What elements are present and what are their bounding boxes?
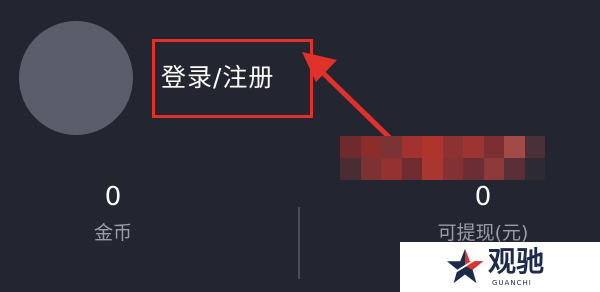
coins-value: 0 — [104, 182, 122, 212]
watermark-brand: 观驰 — [488, 245, 545, 278]
redacted-text — [340, 136, 545, 180]
avatar[interactable] — [19, 21, 133, 135]
coins-stat[interactable]: 0 金币 — [78, 182, 148, 246]
stats-divider — [298, 207, 300, 279]
withdrawable-cash-stat[interactable]: 0 可提现(元) — [418, 182, 548, 246]
login-register-link[interactable]: 登录/注册 — [161, 62, 274, 94]
watermark-logo: 观驰 GUANCHI — [400, 242, 600, 292]
coins-label: 金币 — [93, 222, 132, 244]
watermark-sub: GUANCHI — [492, 279, 532, 287]
star-logo-icon — [446, 248, 484, 284]
cash-value: 0 — [474, 182, 492, 212]
